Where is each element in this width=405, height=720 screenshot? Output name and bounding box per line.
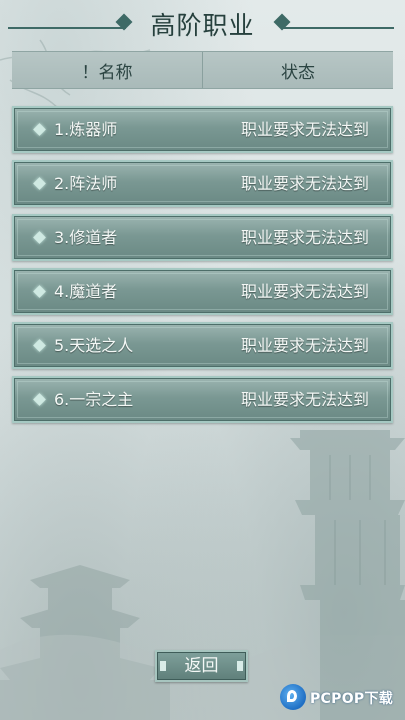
class-status: 职业要求无法达到	[240, 174, 369, 193]
class-name: 1.炼器师	[54, 120, 118, 139]
title-divider-right	[282, 27, 394, 29]
class-row-1[interactable]: 1.炼器师 职业要求无法达到	[12, 106, 393, 153]
class-name: 3.修道者	[54, 228, 118, 247]
class-row-5[interactable]: 5.天选之人 职业要求无法达到	[12, 322, 393, 369]
page-title: 高阶职业	[150, 11, 255, 40]
class-name: 5.天选之人	[54, 336, 134, 355]
table-header: ！名称 状态	[12, 51, 393, 89]
class-name: 4.魔道者	[54, 282, 118, 301]
title-bar: 高阶职业	[0, 0, 405, 48]
header-state[interactable]: 状态	[203, 52, 393, 88]
class-status: 职业要求无法达到	[240, 390, 369, 409]
back-button[interactable]: 返回	[155, 650, 248, 682]
diamond-bullet-icon	[33, 123, 46, 136]
pcpop-logo-icon	[280, 684, 306, 710]
class-list: 1.炼器师 职业要求无法达到 2.阵法师 职业要求无法达到 3.修道者 职业要求…	[12, 106, 393, 430]
class-status: 职业要求无法达到	[240, 120, 369, 139]
diamond-bullet-icon	[33, 339, 46, 352]
class-row-2[interactable]: 2.阵法师 职业要求无法达到	[12, 160, 393, 207]
diamond-bullet-icon	[33, 231, 46, 244]
class-row-3[interactable]: 3.修道者 职业要求无法达到	[12, 214, 393, 261]
class-name: 6.一宗之主	[54, 390, 134, 409]
class-status: 职业要求无法达到	[240, 228, 369, 247]
class-row-6[interactable]: 6.一宗之主 职业要求无法达到	[12, 376, 393, 423]
class-name: 2.阵法师	[54, 174, 118, 193]
diamond-bullet-icon	[33, 285, 46, 298]
watermark: PCPOP下载	[280, 684, 405, 720]
class-status: 职业要求无法达到	[240, 282, 369, 301]
diamond-bullet-icon	[33, 393, 46, 406]
class-row-4[interactable]: 4.魔道者 职业要求无法达到	[12, 268, 393, 315]
header-name[interactable]: ！名称	[12, 52, 203, 88]
watermark-text: PCPOP下载	[310, 691, 394, 707]
class-status: 职业要求无法达到	[240, 336, 369, 355]
diamond-bullet-icon	[33, 177, 46, 190]
